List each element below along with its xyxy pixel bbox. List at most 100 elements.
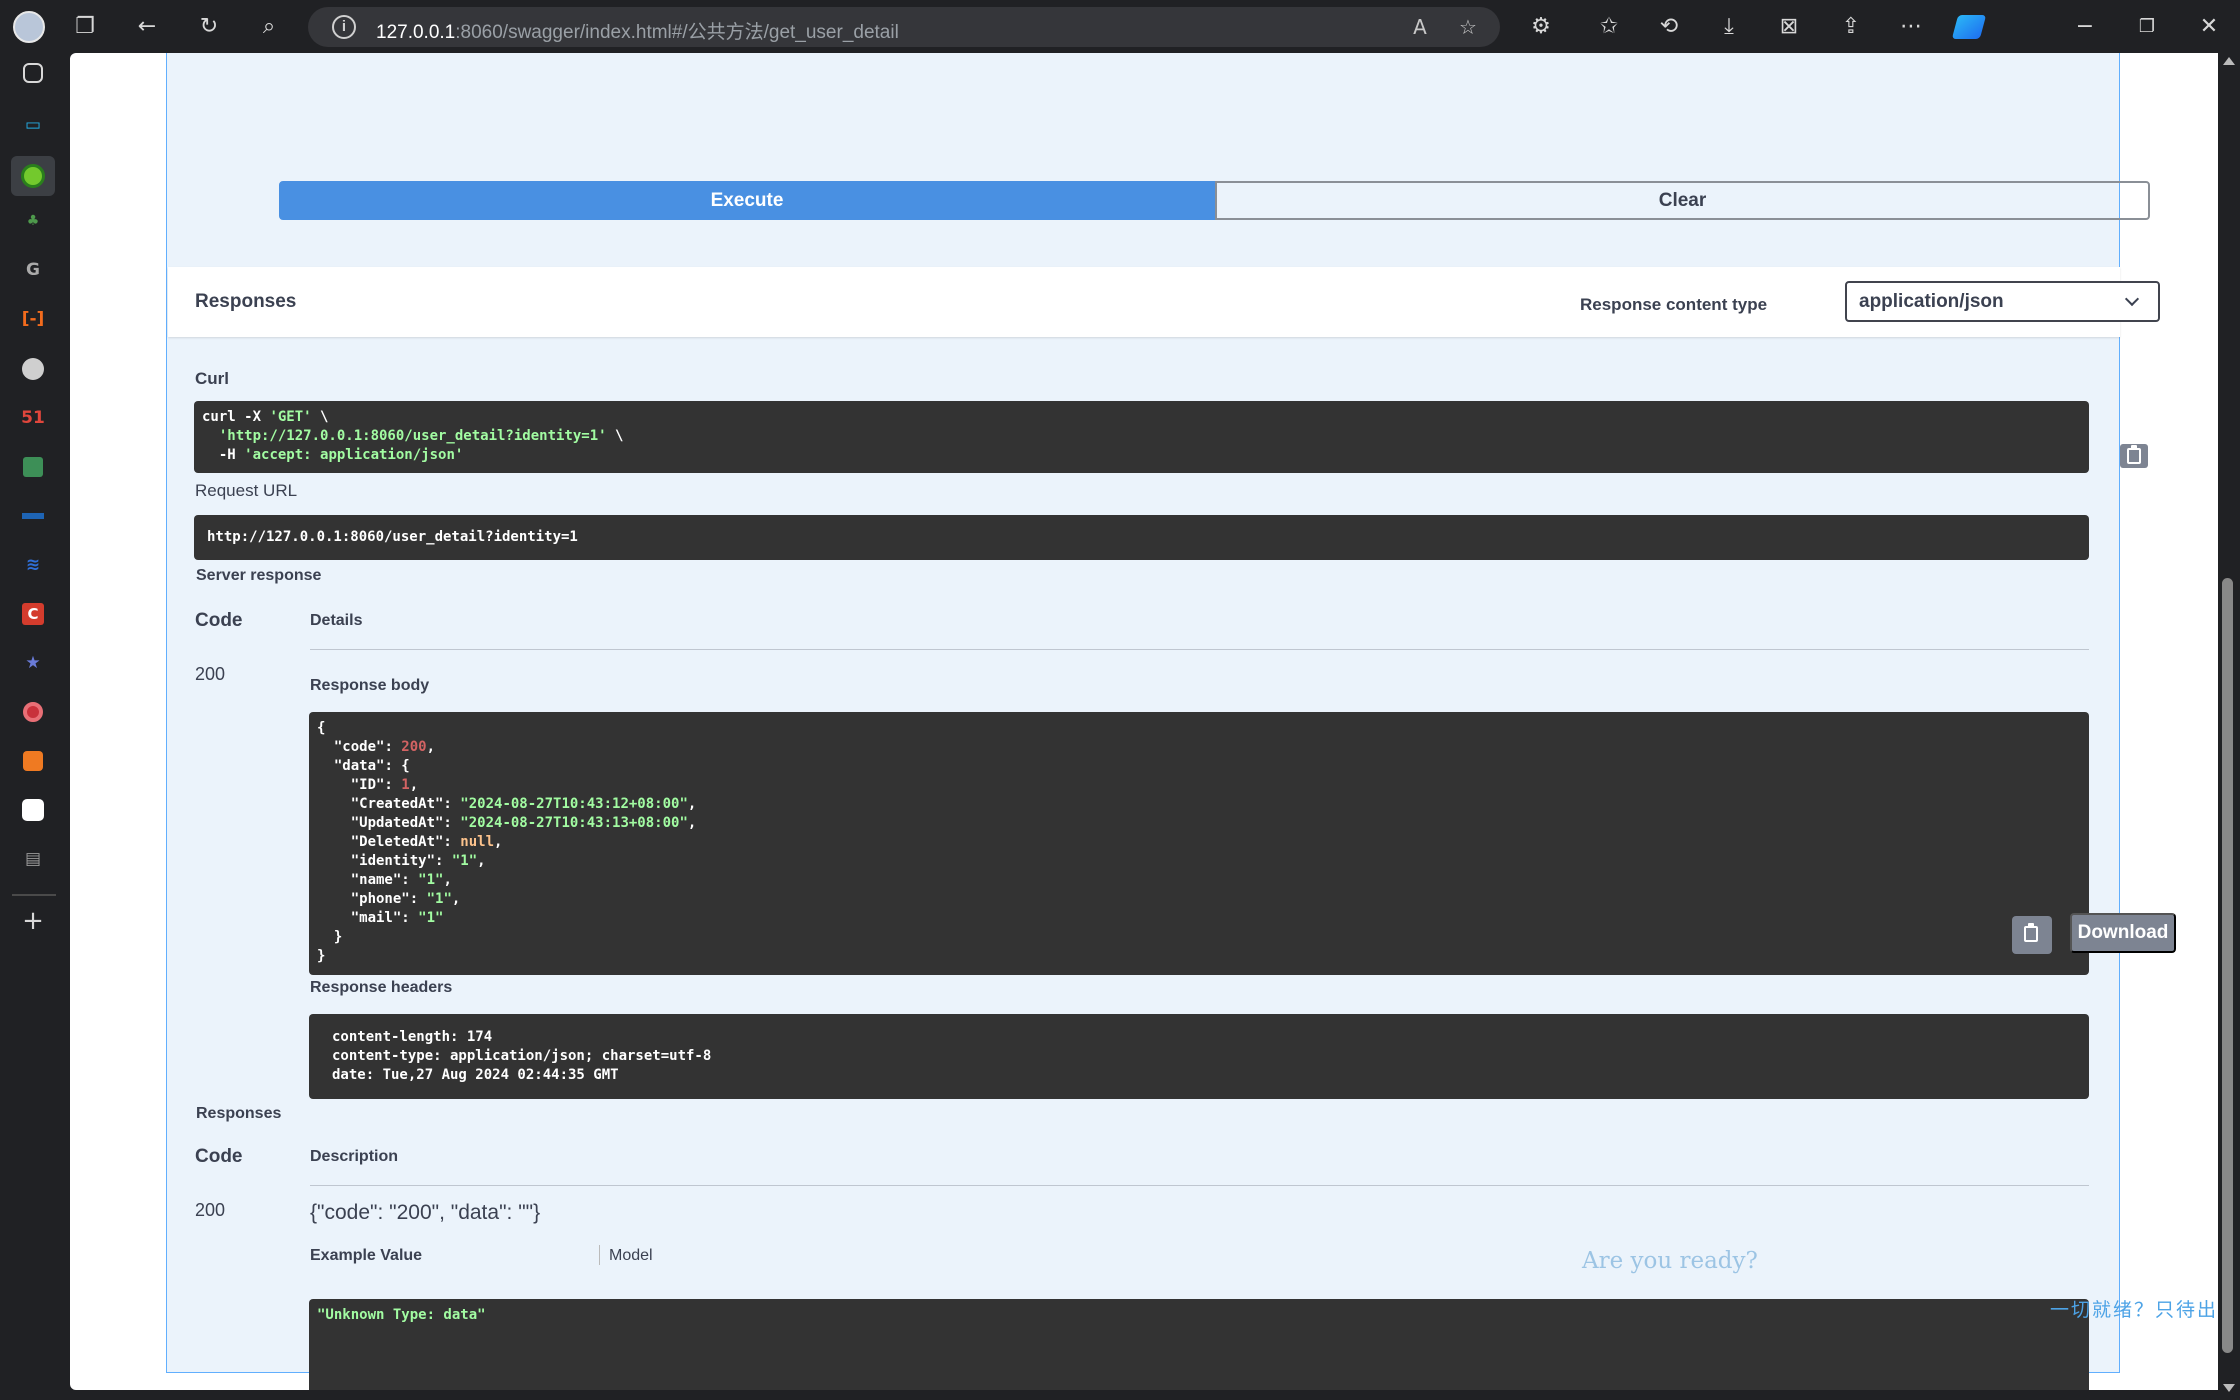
chevron-down-icon: [2124, 291, 2140, 307]
example-value-tab[interactable]: Example Value: [310, 1247, 422, 1265]
add-site-icon[interactable]: +: [17, 905, 49, 937]
downloads-icon[interactable]: ⤓: [1712, 10, 1746, 44]
bilibili-icon[interactable]: ▭: [17, 109, 49, 141]
json-name-value: "1": [418, 872, 444, 888]
response-content-type-select[interactable]: application/json: [1845, 281, 2160, 322]
responses-title: Responses: [195, 291, 297, 312]
favorite-star-icon[interactable]: ☆: [1454, 13, 1482, 41]
layers-icon[interactable]: ≋: [17, 549, 49, 581]
execute-button[interactable]: Execute: [279, 181, 1215, 220]
tab-actions-icon[interactable]: [23, 63, 43, 83]
json-deletedat-value: null: [460, 834, 495, 850]
response-body[interactable]: { "code": 200, "data": { "ID": 1, "Creat…: [309, 712, 2089, 975]
example-value-text: "Unknown Type: data": [317, 1307, 486, 1323]
mi-icon[interactable]: [17, 745, 49, 777]
window-icon[interactable]: ▤: [17, 843, 49, 875]
minimize-icon[interactable]: −: [2068, 10, 2102, 44]
share-icon[interactable]: ⇪: [1834, 10, 1868, 44]
code-site-icon[interactable]: [-]: [17, 303, 49, 335]
server-response-label: Server response: [196, 567, 322, 584]
responses-header: Responses Response content type applicat…: [168, 267, 2160, 337]
url-path: :8060/swagger/index.html#/公共方法/get_user_…: [455, 22, 899, 43]
copy-curl-button[interactable]: [2120, 444, 2148, 468]
curl-url: 'http://127.0.0.1:8060/user_detail?ident…: [218, 428, 607, 444]
copilot-icon[interactable]: [1951, 10, 1987, 44]
header-content-type: content-type: application/json; charset=…: [332, 1048, 712, 1064]
code-header: Code: [195, 1146, 243, 1167]
response-code: 200: [195, 664, 226, 684]
copy-response-button[interactable]: [2012, 916, 2052, 954]
site-info-icon[interactable]: i: [332, 15, 356, 39]
active-site-icon[interactable]: [11, 156, 55, 196]
scroll-up-arrow-icon[interactable]: [2223, 57, 2235, 65]
green-app-icon[interactable]: [17, 451, 49, 483]
site-51-icon[interactable]: 51: [17, 402, 49, 434]
scroll-thumb[interactable]: [2222, 578, 2233, 1353]
blue-bar-icon[interactable]: [17, 500, 49, 532]
history-icon[interactable]: ⟲: [1652, 10, 1686, 44]
url-host: 127.0.0.1: [376, 22, 456, 43]
curl-header-flag: -H: [202, 447, 245, 463]
header-date: date: Tue,27 Aug 2024 02:44:35 GMT: [332, 1067, 619, 1083]
browser-toolbar: ❐ ← ↻ ⌕ i 127.0.0.1:8060/swagger/index.h…: [0, 0, 2240, 53]
search-icon[interactable]: ⌕: [252, 10, 286, 44]
page-scrollbar[interactable]: [2218, 53, 2240, 1400]
more-options-icon[interactable]: ⋯: [1894, 10, 1928, 44]
tab-separator: [599, 1245, 600, 1265]
json-key: "data": [333, 758, 385, 774]
code-header: Code: [195, 610, 243, 631]
leaf-site-icon[interactable]: ♣: [17, 205, 49, 237]
curl-indent: [202, 428, 219, 444]
browser-sidebar: ▭ ♣ G [-] 51 ≋ C ★ ▤ +: [0, 53, 70, 1400]
curl-accept-header: 'accept: application/json': [244, 447, 464, 463]
json-createdat-value: "2024-08-27T10:43:12+08:00": [460, 796, 688, 812]
response-doc-description: {"code": "200", "data": ""}: [310, 1201, 541, 1224]
overlay-ready-text: Are you ready?: [1582, 1248, 1758, 1274]
curl-label: Curl: [195, 369, 229, 388]
google-icon[interactable]: G: [17, 254, 49, 286]
scroll-down-arrow-icon[interactable]: [2223, 1384, 2235, 1392]
profile-avatar-icon[interactable]: [12, 10, 46, 44]
json-key: "code": [333, 739, 385, 755]
red-circle-icon[interactable]: [17, 696, 49, 728]
extensions-icon[interactable]: ⚙: [1524, 10, 1558, 44]
json-updatedat-value: "2024-08-27T10:43:13+08:00": [460, 815, 688, 831]
curl-method: 'GET': [269, 409, 312, 425]
details-header: Details: [310, 612, 363, 629]
refresh-icon[interactable]: ↻: [192, 10, 226, 44]
json-code-value: 200: [401, 739, 427, 755]
json-phone-value: "1": [426, 891, 452, 907]
overlay-ready-cn: 一切就绪？只待出发?: [2050, 1299, 2218, 1321]
star-app-icon[interactable]: ★: [17, 647, 49, 679]
responses-docs-label: Responses: [196, 1105, 282, 1122]
back-icon[interactable]: ←: [130, 10, 164, 44]
json-mail-value: "1": [418, 910, 444, 926]
swagger-page: Execute Clear Responses Response content…: [70, 53, 2218, 1390]
response-content-type-value: application/json: [1859, 291, 2004, 312]
json-id-value: 1: [401, 777, 410, 793]
github-icon[interactable]: [17, 353, 49, 385]
clear-button[interactable]: Clear: [1215, 181, 2150, 220]
workspaces-icon[interactable]: ❐: [68, 10, 102, 44]
response-doc-code: 200: [195, 1200, 226, 1220]
favorites-icon[interactable]: ✩: [1592, 10, 1626, 44]
curl-command[interactable]: curl -X 'GET' \ 'http://127.0.0.1:8060/u…: [194, 401, 2089, 473]
openai-icon[interactable]: [17, 794, 49, 826]
curl-line-end: \: [606, 428, 624, 444]
restore-icon[interactable]: ❐: [2130, 10, 2164, 44]
request-url-value[interactable]: http://127.0.0.1:8060/user_detail?identi…: [194, 515, 2089, 560]
close-icon[interactable]: ✕: [2192, 10, 2226, 44]
model-tab[interactable]: Model: [609, 1247, 653, 1265]
example-value[interactable]: "Unknown Type: data": [309, 1299, 2089, 1390]
sidebar-divider: [12, 894, 56, 896]
response-headers[interactable]: content-length: 174 content-type: applic…: [309, 1014, 2089, 1099]
read-aloud-icon[interactable]: A: [1406, 13, 1434, 41]
curl-cmd: curl -X: [202, 409, 270, 425]
screenshot-icon[interactable]: ⊠: [1772, 10, 1806, 44]
response-body-label: Response body: [310, 677, 430, 694]
csdn-icon[interactable]: C: [17, 598, 49, 630]
json-identity-value: "1": [451, 853, 478, 869]
address-bar[interactable]: i 127.0.0.1:8060/swagger/index.html#/公共方…: [308, 7, 1500, 47]
download-button[interactable]: Download: [2070, 913, 2176, 953]
url-text[interactable]: 127.0.0.1:8060/swagger/index.html#/公共方法/…: [376, 17, 899, 44]
